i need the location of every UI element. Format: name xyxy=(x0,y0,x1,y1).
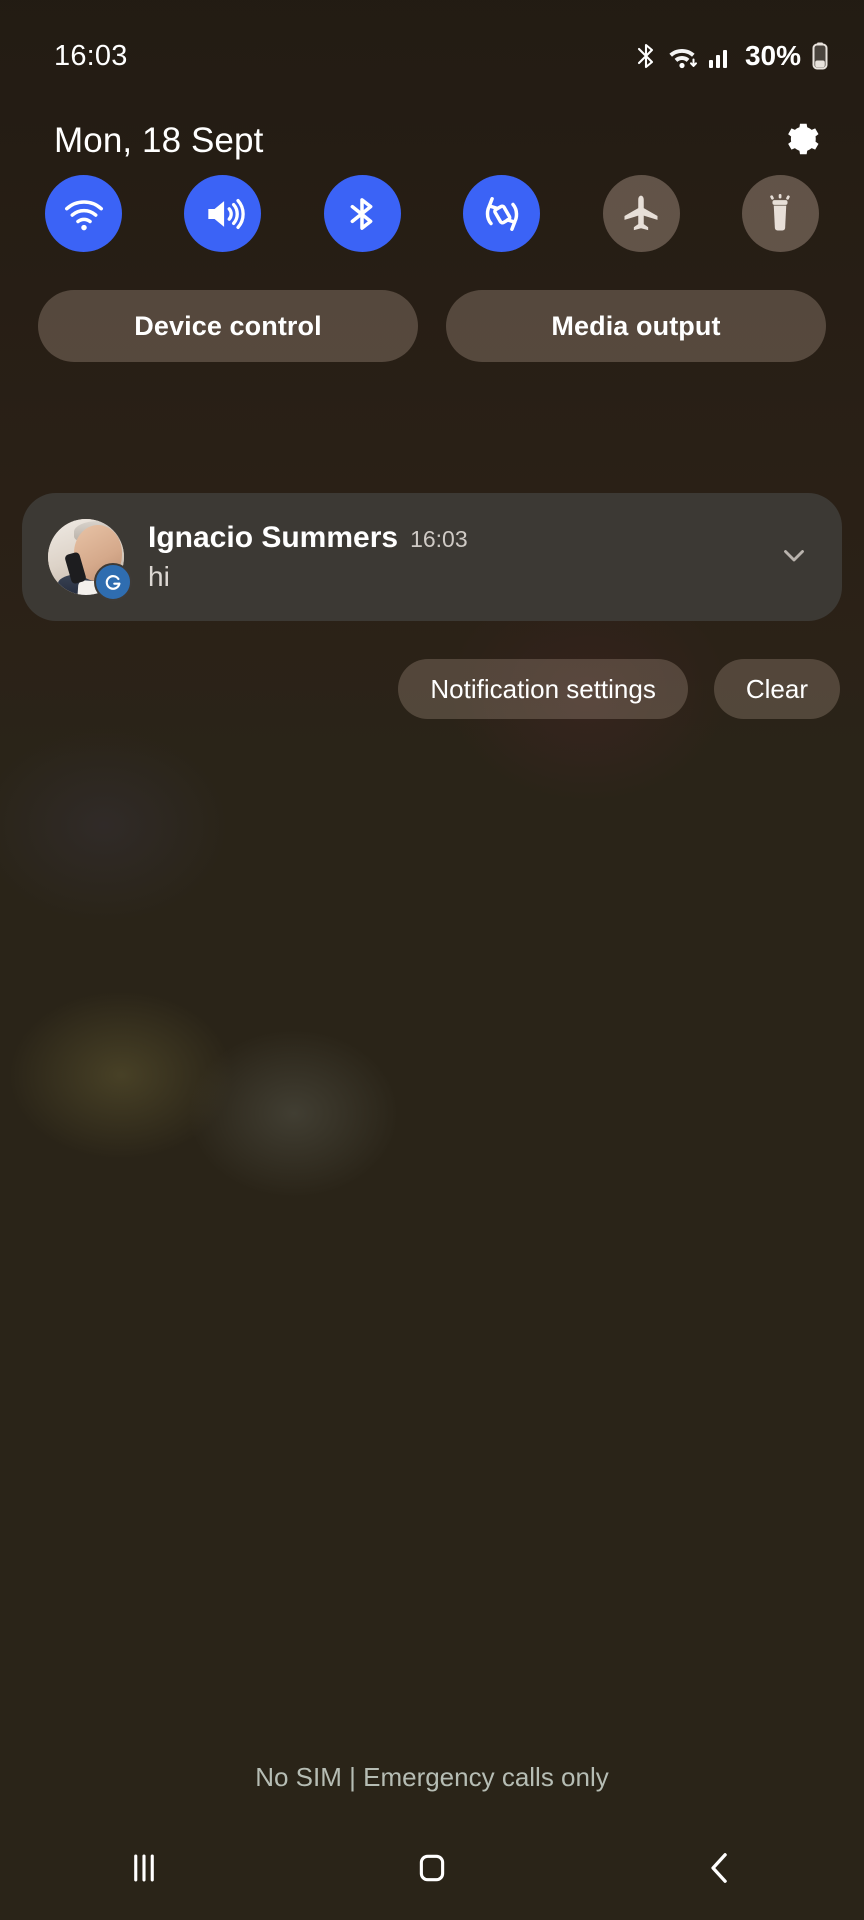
airplane-icon xyxy=(619,192,663,236)
avatar xyxy=(48,519,132,601)
shade-control-row: Device control Media output xyxy=(0,290,864,362)
chevron-down-icon xyxy=(777,538,811,577)
wallpaper xyxy=(0,0,864,1920)
shade-date-label: Mon, 18 Sept xyxy=(54,121,264,160)
quick-toggle-wifi[interactable] xyxy=(45,175,122,252)
battery-percentage-label: 30% xyxy=(744,40,801,71)
navigation-bar xyxy=(0,1820,864,1920)
cellular-signal-icon xyxy=(708,43,734,69)
nav-recents-button[interactable] xyxy=(89,1835,199,1905)
wifi-icon xyxy=(62,192,106,236)
notification-body: hi xyxy=(148,561,170,592)
gear-icon xyxy=(779,118,821,165)
notification-item[interactable]: Ignacio Summers 16:03 hi xyxy=(22,493,842,621)
clear-notifications-button[interactable]: Clear xyxy=(713,659,840,719)
quick-settings-toggles xyxy=(0,175,864,252)
notification-actions: Notification settings Clear xyxy=(398,659,840,719)
notification-expand-button[interactable] xyxy=(762,525,826,589)
notification-settings-button[interactable]: Notification settings xyxy=(398,659,688,719)
status-bar: 16:03 30% xyxy=(0,0,864,112)
battery-icon xyxy=(810,41,830,71)
nav-back-button[interactable] xyxy=(665,1835,775,1905)
flashlight-icon xyxy=(758,192,802,236)
quick-toggle-auto-rotate[interactable] xyxy=(463,175,541,252)
nav-home-button[interactable] xyxy=(377,1835,487,1905)
volume-icon xyxy=(201,192,245,236)
wifi-icon xyxy=(665,42,699,70)
quick-toggle-flashlight[interactable] xyxy=(741,175,819,252)
auto-rotate-icon xyxy=(480,192,524,236)
device-control-button[interactable]: Device control xyxy=(38,290,418,362)
recents-icon xyxy=(122,1846,166,1895)
status-bar-clock: 16:03 xyxy=(54,39,128,72)
home-icon xyxy=(410,1846,454,1895)
bluetooth-icon xyxy=(342,194,382,234)
messages-app-badge-icon xyxy=(94,563,132,601)
media-output-button[interactable]: Media output xyxy=(446,290,826,362)
shade-header: Mon, 18 Sept xyxy=(0,105,864,177)
bluetooth-icon xyxy=(636,41,656,71)
notification-title: Ignacio Summers xyxy=(148,521,399,554)
status-bar-icons: 30% xyxy=(636,40,830,72)
quick-toggle-sound[interactable] xyxy=(184,175,262,252)
carrier-status-label: No SIM | Emergency calls only xyxy=(255,1762,609,1792)
quick-toggle-bluetooth[interactable] xyxy=(323,175,401,252)
notification-timestamp: 16:03 xyxy=(410,526,468,552)
settings-button[interactable] xyxy=(772,113,828,169)
quick-toggle-airplane-mode[interactable] xyxy=(602,175,680,252)
back-icon xyxy=(698,1846,742,1895)
notification-text: Ignacio Summers 16:03 hi xyxy=(148,521,762,593)
